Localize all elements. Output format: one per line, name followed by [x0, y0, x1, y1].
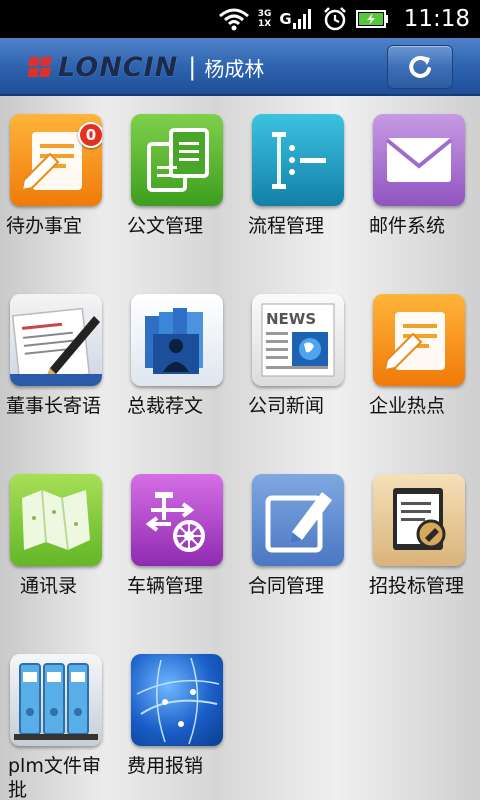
hot-topics-icon — [373, 294, 465, 386]
app-tile-mail[interactable]: 邮件系统 — [363, 114, 473, 238]
app-label: 车辆管理 — [127, 575, 204, 597]
user-name: 杨成林 — [204, 56, 265, 81]
status-bar: 3G 1X G 11:18 — [0, 0, 480, 38]
app-tile-hot-topics[interactable]: 企业热点 — [363, 294, 473, 418]
documents-icon — [131, 114, 223, 206]
chairman-message-icon — [10, 294, 102, 386]
vehicle-icon — [131, 474, 223, 566]
todo-count-badge: 0 — [78, 122, 102, 148]
mail-icon — [373, 114, 465, 206]
workflow-icon — [252, 114, 344, 206]
app-label: 合同管理 — [248, 575, 325, 597]
app-label: 招投标管理 — [369, 575, 465, 597]
app-label: 公司新闻 — [248, 395, 325, 417]
app-tile-president-books[interactable]: 总裁荐文 — [121, 294, 231, 418]
app-label: 企业热点 — [369, 395, 446, 417]
alarm-icon — [322, 6, 348, 32]
logo-mark-icon — [28, 57, 53, 77]
app-grid: 0 待办事宜 公文管理 流程管理 邮件系统 董事长寄语 总裁荐文 NEWS 公司… — [0, 96, 480, 800]
app-header: LONCIN | 杨成林 — [0, 38, 480, 96]
app-label: 待办事宜 — [6, 215, 83, 237]
app-label: 费用报销 — [127, 755, 204, 777]
network-type-bottom: 1X — [257, 19, 272, 29]
app-tile-news[interactable]: NEWS 公司新闻 — [242, 294, 352, 418]
president-books-icon — [131, 294, 223, 386]
bidding-icon — [373, 474, 465, 566]
app-tile-contract[interactable]: 合同管理 — [242, 474, 352, 598]
battery-charging-icon — [355, 9, 390, 29]
wifi-icon — [218, 7, 250, 31]
expense-globe-icon — [131, 654, 223, 746]
contacts-map-icon — [10, 474, 102, 566]
news-icon: NEWS — [252, 294, 344, 386]
app-label: 邮件系统 — [369, 215, 446, 237]
app-tile-todo[interactable]: 0 待办事宜 — [0, 114, 110, 238]
signal-label: G — [279, 10, 292, 28]
network-type-top: 3G — [257, 9, 272, 19]
app-tile-plm-approval[interactable]: plm文件审批 — [0, 654, 110, 800]
app-tile-documents[interactable]: 公文管理 — [121, 114, 231, 238]
loncin-logo: LONCIN | 杨成林 — [28, 51, 265, 83]
signal-icon: G — [279, 8, 313, 30]
svg-text:NEWS: NEWS — [266, 310, 316, 328]
app-tile-vehicle[interactable]: 车辆管理 — [121, 474, 231, 598]
app-tile-chairman-message[interactable]: 董事长寄语 — [0, 294, 110, 418]
logo-text: LONCIN — [58, 51, 179, 83]
app-label: plm文件审批 — [8, 755, 101, 800]
refresh-button[interactable] — [387, 45, 453, 89]
plm-binders-icon — [10, 654, 102, 746]
header-separator: | — [188, 53, 197, 81]
app-label: 董事长寄语 — [6, 395, 102, 417]
app-label: 公文管理 — [127, 215, 204, 237]
todo-icon: 0 — [10, 114, 102, 206]
app-tile-workflow[interactable]: 流程管理 — [242, 114, 352, 238]
app-label: 通讯录 — [20, 575, 78, 597]
app-label: 总裁荐文 — [127, 395, 204, 417]
app-tile-contacts[interactable]: 通讯录 — [0, 474, 110, 598]
app-label: 流程管理 — [248, 215, 325, 237]
app-tile-bidding[interactable]: 招投标管理 — [363, 474, 473, 598]
refresh-icon — [409, 55, 431, 78]
app-tile-expense[interactable]: 费用报销 — [121, 654, 231, 778]
contract-icon — [252, 474, 344, 566]
clock: 11:18 — [403, 6, 470, 32]
mobile-data-icon: 3G 1X — [258, 9, 272, 29]
